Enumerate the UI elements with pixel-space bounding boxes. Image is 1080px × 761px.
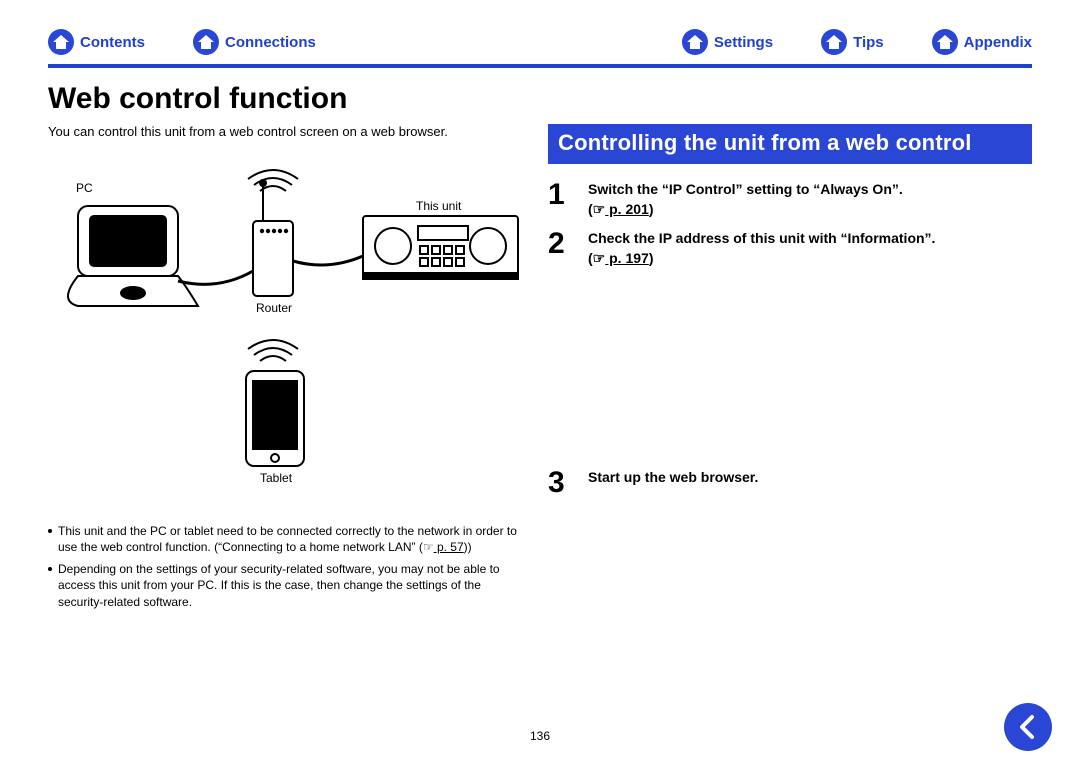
- step-body: Check the IP address of this unit with “…: [588, 229, 935, 268]
- nav-contents[interactable]: Contents: [48, 29, 145, 55]
- diagram-label-router: Router: [256, 301, 292, 315]
- manual-page: Contents Connections Settings Ti: [0, 0, 1080, 761]
- step-ref: (☞ p. 197): [588, 250, 653, 266]
- step-3: 3 Start up the web browser.: [548, 468, 1032, 498]
- pointer-icon: (☞: [588, 250, 605, 266]
- nav-label: Appendix: [964, 34, 1032, 51]
- note-item: This unit and the PC or tablet need to b…: [48, 523, 528, 555]
- step-1: 1 Switch the “IP Control” setting to “Al…: [548, 180, 1032, 219]
- arrow-left-icon: [1014, 713, 1042, 741]
- step-ref: (☞ p. 201): [588, 201, 653, 217]
- nav-label: Settings: [714, 34, 773, 51]
- connection-diagram: PC Router This unit Tablet: [48, 151, 528, 511]
- step-number: 3: [548, 468, 574, 498]
- top-nav: Contents Connections Settings Ti: [48, 24, 1032, 60]
- nav-connections[interactable]: Connections: [193, 29, 316, 55]
- page-ref-link[interactable]: p. 201: [605, 201, 649, 217]
- step-text: Switch the “IP Control” setting to “Alwa…: [588, 181, 903, 197]
- step-number: 1: [548, 180, 574, 210]
- home-icon: [48, 29, 74, 55]
- home-icon: [682, 29, 708, 55]
- back-button[interactable]: [1004, 703, 1052, 751]
- page-number: 136: [0, 729, 1080, 743]
- ref-suffix: ): [649, 250, 654, 266]
- nav-label: Contents: [80, 34, 145, 51]
- note-text: )): [464, 540, 472, 554]
- right-column: Controlling the unit from a web control …: [548, 124, 1032, 616]
- pointer-icon: ☞: [423, 540, 434, 554]
- step-2: 2 Check the IP address of this unit with…: [548, 229, 1032, 268]
- pointer-icon: (☞: [588, 201, 605, 217]
- ref-suffix: ): [649, 201, 654, 217]
- notes-list: This unit and the PC or tablet need to b…: [48, 523, 528, 610]
- step-text: Start up the web browser.: [588, 469, 758, 485]
- nav-left-group: Contents Connections: [48, 29, 316, 55]
- nav-label: Tips: [853, 34, 884, 51]
- step-number: 2: [548, 229, 574, 259]
- nav-right-group: Settings Tips Appendix: [682, 29, 1032, 55]
- page-ref-link[interactable]: p. 57: [434, 540, 464, 554]
- steps-list: 1 Switch the “IP Control” setting to “Al…: [548, 180, 1032, 498]
- home-icon: [821, 29, 847, 55]
- step-body: Start up the web browser.: [588, 468, 758, 488]
- diagram-label-pc: PC: [76, 181, 93, 195]
- page-ref-link[interactable]: p. 197: [605, 250, 649, 266]
- step-text: Check the IP address of this unit with “…: [588, 230, 935, 246]
- nav-divider: [48, 64, 1032, 68]
- intro-text: You can control this unit from a web con…: [48, 124, 528, 141]
- nav-settings[interactable]: Settings: [682, 29, 773, 55]
- content-columns: You can control this unit from a web con…: [48, 124, 1032, 616]
- diagram-label-unit: This unit: [416, 199, 461, 213]
- home-icon: [193, 29, 219, 55]
- section-header: Controlling the unit from a web control: [548, 124, 1032, 164]
- page-title: Web control function: [48, 82, 1032, 116]
- nav-tips[interactable]: Tips: [821, 29, 884, 55]
- home-icon: [932, 29, 958, 55]
- diagram-label-tablet: Tablet: [260, 471, 292, 485]
- step-body: Switch the “IP Control” setting to “Alwa…: [588, 180, 903, 219]
- nav-label: Connections: [225, 34, 316, 51]
- note-item: Depending on the settings of your securi…: [48, 561, 528, 610]
- nav-appendix[interactable]: Appendix: [932, 29, 1032, 55]
- left-column: You can control this unit from a web con…: [48, 124, 528, 616]
